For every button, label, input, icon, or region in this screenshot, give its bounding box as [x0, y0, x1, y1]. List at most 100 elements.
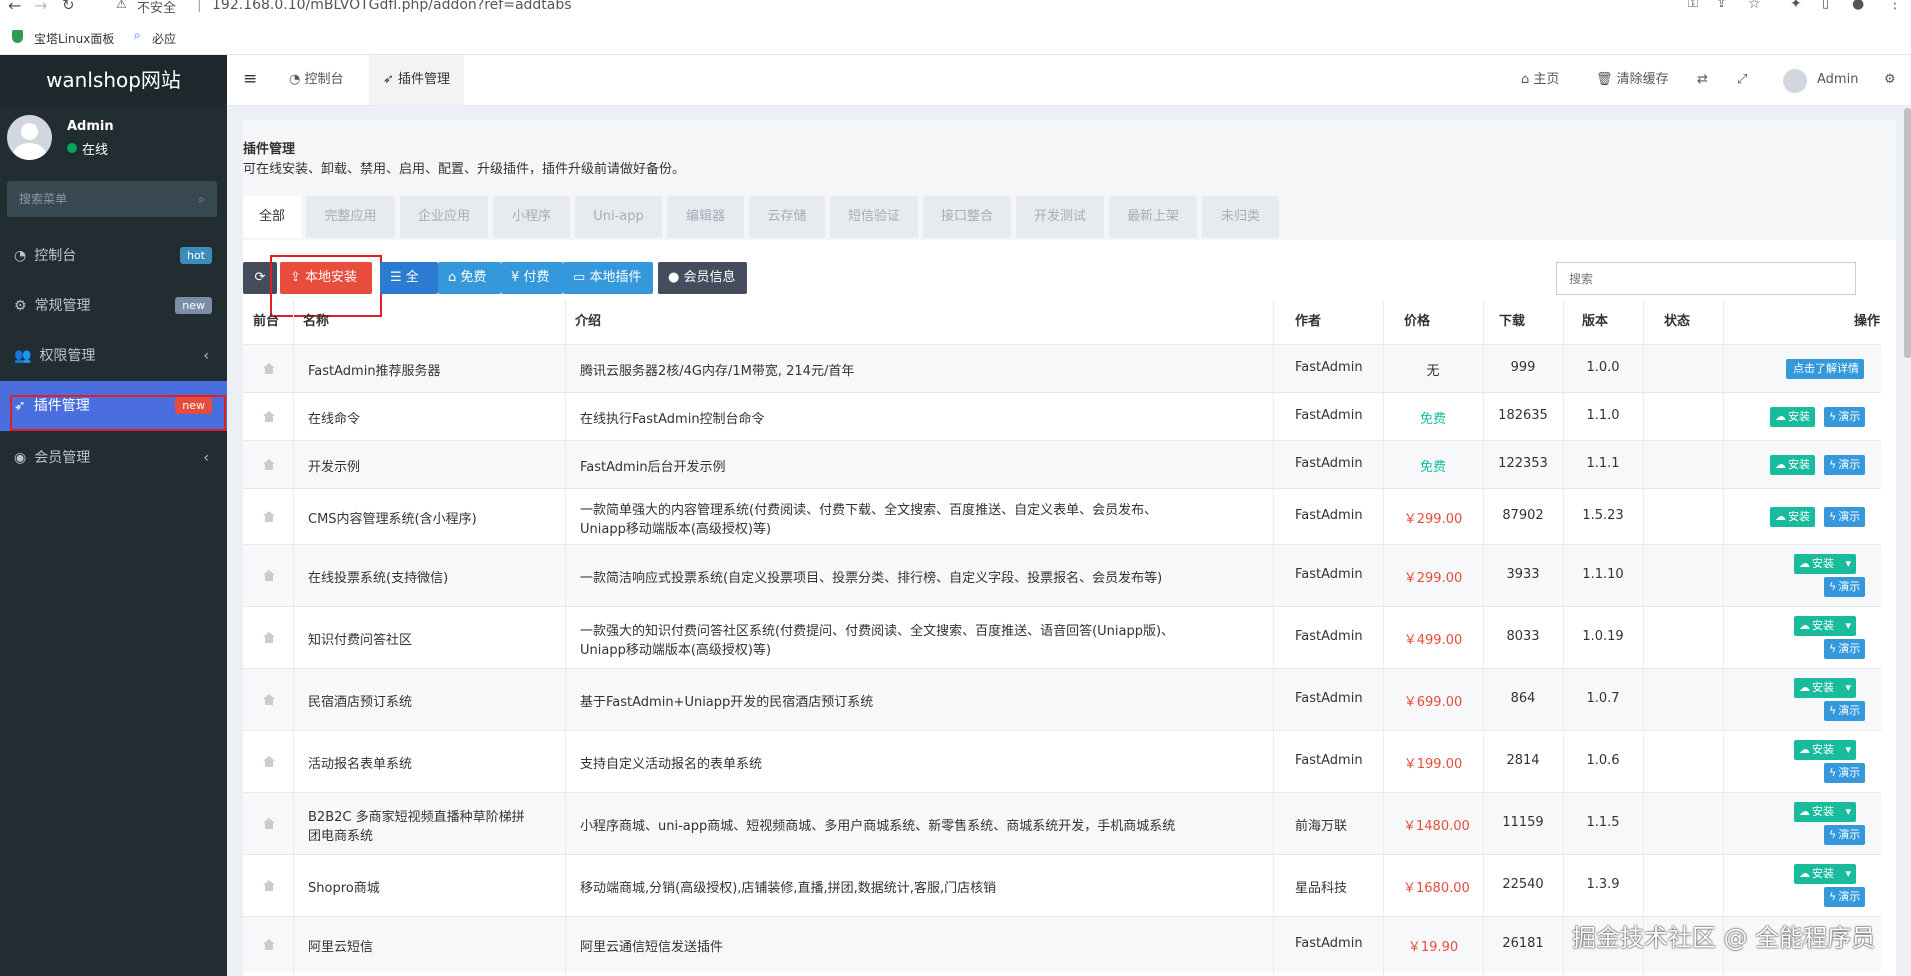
- addon-name[interactable]: CMS内容管理系统(含小程序): [308, 508, 477, 527]
- install-button[interactable]: ☁ 安装 ▾: [1794, 740, 1857, 760]
- scrollbar[interactable]: [1904, 106, 1911, 976]
- install-button[interactable]: ☁ 安装 ▾: [1794, 554, 1857, 574]
- sidebar-item-permission[interactable]: 👥 权限管理 ‹: [0, 331, 227, 381]
- addon-author[interactable]: FastAdmin: [1295, 508, 1363, 523]
- sidebar-item-member[interactable]: ◉ 会员管理 ‹: [0, 433, 227, 483]
- tab-cloud-storage[interactable]: 云存储: [749, 196, 825, 238]
- filter-all-button[interactable]: ☰ 全部: [380, 262, 438, 317]
- translate-icon[interactable]: ⇄: [1697, 55, 1708, 105]
- filter-local-button[interactable]: ▭ 本地插件: [563, 262, 653, 294]
- home-icon[interactable]: [263, 694, 275, 705]
- back-icon[interactable]: ←: [8, 0, 21, 15]
- clear-cache-button[interactable]: 🗑 清除缓存: [1596, 55, 1669, 105]
- caret-down-icon[interactable]: ▾: [1842, 557, 1851, 570]
- profile-icon[interactable]: ●: [1852, 0, 1864, 12]
- addon-author[interactable]: FastAdmin: [1295, 691, 1363, 706]
- member-info-button[interactable]: ● 会员信息: [658, 262, 747, 294]
- addon-name[interactable]: 在线投票系统(支持微信): [308, 567, 448, 586]
- demo-button[interactable]: ϟ 演示: [1824, 507, 1866, 527]
- home-link[interactable]: ⌂ 主页: [1521, 55, 1559, 105]
- tab-uncategorized[interactable]: 未归类: [1202, 196, 1279, 238]
- addon-author[interactable]: FastAdmin: [1295, 629, 1363, 644]
- addon-name[interactable]: 民宿酒店预订系统: [308, 691, 412, 710]
- addon-name[interactable]: 开发示例: [308, 456, 360, 475]
- addon-name[interactable]: FastAdmin推荐服务器: [308, 360, 441, 379]
- addon-name[interactable]: B2B2C 多商家短视频直播种草阶梯拼: [308, 806, 525, 825]
- addon-name[interactable]: 阿里云短信: [308, 936, 373, 955]
- demo-button[interactable]: ϟ 演示: [1824, 825, 1866, 845]
- col-name[interactable]: 名称: [303, 300, 329, 344]
- url-text[interactable]: 192.168.0.10/mBLVOTGdfl.php/addon?ref=ad…: [212, 0, 572, 13]
- tab-addon[interactable]: ➶ 插件管理: [369, 55, 465, 105]
- sidebar-search-input[interactable]: 搜索菜单 ⌕: [7, 181, 217, 217]
- addon-author[interactable]: FastAdmin: [1295, 567, 1363, 582]
- tab-newest[interactable]: 最新上架: [1109, 196, 1197, 238]
- menu-icon[interactable]: ⋮: [1888, 0, 1902, 12]
- sidebar-item-general[interactable]: ⚙ 常规管理 new: [0, 281, 227, 331]
- tab-dev-test[interactable]: 开发测试: [1016, 196, 1104, 238]
- addon-author[interactable]: FastAdmin: [1295, 456, 1363, 471]
- key-icon[interactable]: ⚿: [1688, 0, 1698, 11]
- demo-button[interactable]: ϟ 演示: [1824, 455, 1866, 475]
- home-icon[interactable]: [263, 570, 275, 581]
- avatar[interactable]: [1783, 69, 1807, 93]
- sidebar-item-dashboard[interactable]: ◔ 控制台 hot: [0, 231, 227, 281]
- home-icon[interactable]: [263, 880, 275, 891]
- header-user-name[interactable]: Admin: [1817, 55, 1858, 105]
- col-intro[interactable]: 介绍: [575, 300, 601, 344]
- filter-paid-button[interactable]: ¥ 付费: [501, 262, 563, 294]
- home-icon[interactable]: [263, 939, 275, 950]
- addon-name[interactable]: 活动报名表单系统: [308, 753, 412, 772]
- addon-name[interactable]: Shopro商城: [308, 877, 380, 896]
- home-icon[interactable]: [263, 411, 275, 422]
- bookmark-baota[interactable]: 宝塔Linux面板: [34, 30, 114, 47]
- home-icon[interactable]: [263, 632, 275, 643]
- install-button[interactable]: ☁ 安装: [1770, 455, 1815, 475]
- home-icon[interactable]: [263, 818, 275, 829]
- demo-button[interactable]: ϟ 演示: [1824, 639, 1866, 659]
- search-input[interactable]: [1556, 262, 1856, 295]
- share-icon[interactable]: ⇪: [1716, 0, 1727, 11]
- col-price[interactable]: 价格: [1404, 300, 1430, 344]
- scrollbar-thumb[interactable]: [1904, 108, 1911, 358]
- demo-button[interactable]: ϟ 演示: [1824, 407, 1866, 427]
- addon-author[interactable]: FastAdmin: [1295, 360, 1363, 375]
- addon-author[interactable]: 星品科技: [1295, 877, 1347, 896]
- addon-name[interactable]: 在线命令: [308, 408, 360, 427]
- addon-name[interactable]: 知识付费问答社区: [308, 629, 412, 648]
- tab-dashboard[interactable]: ◔ 控制台: [275, 55, 358, 105]
- home-icon[interactable]: [263, 363, 275, 374]
- extension-icon[interactable]: ✦: [1790, 0, 1802, 12]
- tab-api[interactable]: 接口整合: [923, 196, 1011, 238]
- col-status[interactable]: 状态: [1664, 300, 1690, 344]
- demo-button[interactable]: ϟ 演示: [1824, 887, 1866, 907]
- col-downloads[interactable]: 下载: [1499, 300, 1525, 344]
- addon-author[interactable]: FastAdmin: [1295, 753, 1363, 768]
- gears-icon[interactable]: ⚙: [1884, 55, 1896, 105]
- tab-uniapp[interactable]: Uni-app: [575, 196, 662, 238]
- details-button[interactable]: 点击了解详情: [1786, 359, 1864, 379]
- caret-down-icon[interactable]: ▾: [1842, 867, 1851, 880]
- tab-enterprise[interactable]: 企业应用: [400, 196, 488, 238]
- install-button[interactable]: ☁ 安装 ▾: [1794, 802, 1857, 822]
- star-icon[interactable]: ☆: [1748, 0, 1761, 12]
- tab-all[interactable]: 全部: [243, 196, 301, 238]
- filter-free-button[interactable]: ⌂ 免费: [438, 262, 501, 294]
- install-button[interactable]: ☁ 安装 ▾: [1794, 616, 1857, 636]
- demo-button[interactable]: ϟ 演示: [1824, 701, 1866, 721]
- tab-sms[interactable]: 短信验证: [830, 196, 918, 238]
- fullscreen-icon[interactable]: ⤢: [1737, 55, 1747, 105]
- brand-logo[interactable]: wanlshop网站: [0, 55, 227, 105]
- home-icon[interactable]: [263, 459, 275, 470]
- tab-editor[interactable]: 编辑器: [667, 196, 744, 238]
- install-button[interactable]: ☁ 安装 ▾: [1794, 864, 1857, 884]
- home-icon[interactable]: [263, 756, 275, 767]
- addon-author[interactable]: 前海万联: [1295, 815, 1347, 834]
- col-author[interactable]: 作者: [1295, 300, 1321, 344]
- install-button[interactable]: ☁ 安装 ▾: [1794, 678, 1857, 698]
- forward-icon[interactable]: →: [34, 0, 47, 15]
- reload-icon[interactable]: ↻: [62, 0, 75, 14]
- addon-name-cont[interactable]: 团电商系统: [308, 825, 373, 844]
- col-frontend[interactable]: 前台: [253, 300, 279, 344]
- home-icon[interactable]: [263, 511, 275, 522]
